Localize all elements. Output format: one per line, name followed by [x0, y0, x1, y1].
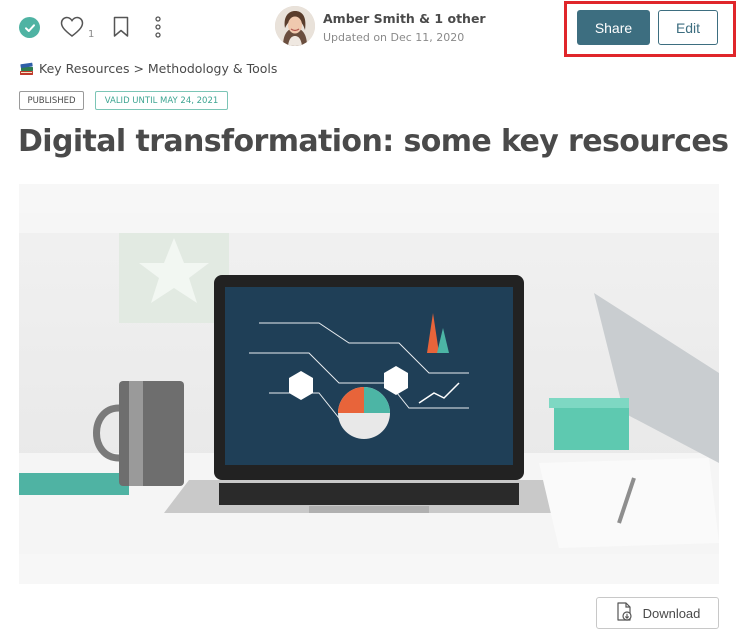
share-button[interactable]: Share — [577, 10, 650, 45]
more-options-icon[interactable] — [154, 16, 162, 42]
download-button[interactable]: Download — [596, 597, 719, 629]
top-bar: 1 Amber Smith & 1 other Updated on Dec 1… — [0, 0, 738, 60]
hero-image — [19, 213, 719, 554]
validity-badge: VALID UNTIL MAY 24, 2021 — [95, 91, 228, 110]
books-icon — [19, 62, 35, 76]
author-name[interactable]: Amber Smith & 1 other — [323, 11, 486, 26]
like-count: 1 — [88, 29, 95, 40]
breadcrumb-path[interactable]: Key Resources > Methodology & Tools — [39, 61, 277, 76]
page-title: Digital transformation: some key resourc… — [18, 122, 738, 160]
verified-check-icon[interactable] — [19, 17, 40, 38]
author-avatar[interactable] — [275, 6, 315, 46]
published-badge: PUBLISHED — [19, 91, 84, 110]
page-title-text: Digital transformation: some key resourc… — [18, 123, 729, 159]
download-file-icon — [615, 601, 633, 625]
heart-icon[interactable] — [60, 16, 84, 42]
edit-button[interactable]: Edit — [658, 10, 718, 45]
download-label: Download — [642, 605, 701, 621]
breadcrumb[interactable]: Key Resources > Methodology & Tools — [19, 61, 277, 76]
bookmark-icon[interactable] — [113, 16, 129, 42]
updated-date: Updated on Dec 11, 2020 — [323, 31, 465, 44]
